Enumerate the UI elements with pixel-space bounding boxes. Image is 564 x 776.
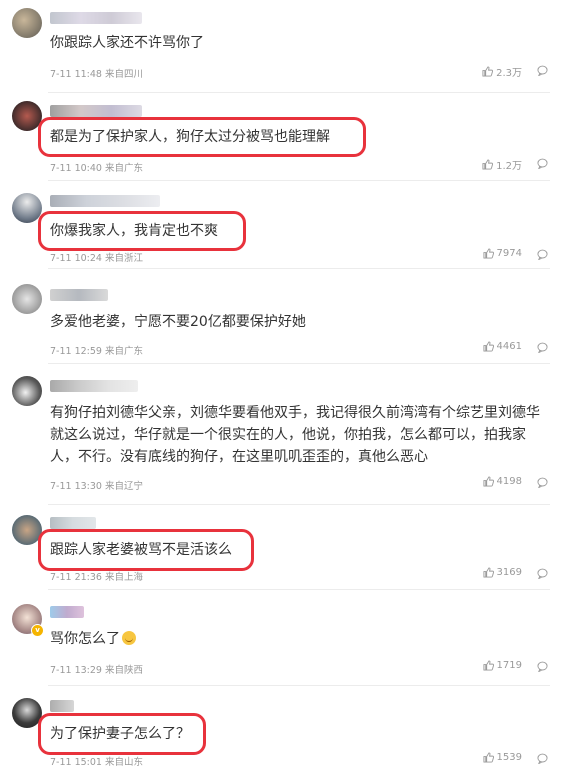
comment-text: 有狗仔拍刘德华父亲，刘德华要看他双手，我记得很久前湾湾有个综艺里刘德华就这么说过… <box>50 405 540 465</box>
smile-emoji-icon <box>122 631 136 645</box>
username-blurred[interactable] <box>50 289 108 301</box>
thumbs-up-icon <box>482 159 494 170</box>
comment-meta: 7-11 13:30 来自辽宁 <box>50 481 143 492</box>
avatar[interactable] <box>12 284 42 314</box>
like-count: 1.2万 <box>496 161 522 172</box>
like-count: 1539 <box>496 752 522 763</box>
like-count: 1719 <box>496 660 522 671</box>
comment-bubble-icon[interactable] <box>537 65 548 76</box>
comment-text: 为了保护妻子怎么了？ <box>50 726 190 742</box>
avatar[interactable] <box>12 193 42 223</box>
comment-meta: 7-11 21:36 来自上海 <box>50 572 143 583</box>
comment-bubble-icon[interactable] <box>537 158 548 169</box>
comment-bubble-icon[interactable] <box>537 661 548 672</box>
comment-meta: 7-11 12:59 来自广东 <box>50 346 143 357</box>
comment-item: 你爆我家人，我肯定也不爽 7-11 10:24 来自浙江 7974 <box>0 181 564 267</box>
comment-text-content: 骂你怎么了 <box>50 631 120 647</box>
comment-meta: 7-11 11:48 来自四川 <box>50 69 143 80</box>
comment-bubble-icon[interactable] <box>537 753 548 764</box>
verified-badge-icon: v <box>31 624 44 637</box>
username-blurred[interactable] <box>50 105 142 117</box>
username-blurred[interactable] <box>50 517 96 529</box>
comment-bubble-icon[interactable] <box>537 342 548 353</box>
thumbs-up-icon <box>483 660 494 671</box>
comment-item: 都是为了保护家人，狗仔太过分被骂也能理解 7-11 10:40 来自广东 1.2… <box>0 93 564 179</box>
thumbs-up-icon <box>483 567 494 578</box>
username-blurred[interactable] <box>50 606 84 618</box>
like-button[interactable]: 7974 <box>483 248 522 259</box>
thumbs-up-icon <box>483 752 494 763</box>
like-count: 2.3万 <box>496 68 522 79</box>
comment-meta: 7-11 10:24 来自浙江 <box>50 253 143 264</box>
like-button[interactable]: 1719 <box>483 660 522 671</box>
like-count: 7974 <box>496 248 522 259</box>
comment-meta: 7-11 13:29 来自陕西 <box>50 665 143 676</box>
avatar[interactable] <box>12 376 42 406</box>
comment-text: 骂你怎么了 <box>50 628 544 650</box>
like-button[interactable]: 4461 <box>483 341 522 352</box>
comment-meta: 7-11 10:40 来自广东 <box>50 163 143 174</box>
avatar[interactable] <box>12 8 42 38</box>
comment-item: 有狗仔拍刘德华父亲，刘德华要看他双手，我记得很久前湾湾有个综艺里刘德华就这么说过… <box>0 364 564 504</box>
comment-bubble-icon[interactable] <box>537 477 548 488</box>
comment-meta: 7-11 15:01 来自山东 <box>50 757 143 768</box>
comment-text: 你爆我家人，我肯定也不爽 <box>50 223 218 239</box>
comment-item: v 骂你怎么了 7-11 13:29 来自陕西 1719 <box>0 590 564 685</box>
like-count: 4461 <box>496 341 522 352</box>
comment-text: 都是为了保护家人，狗仔太过分被骂也能理解 <box>50 129 330 145</box>
comment-bubble-icon[interactable] <box>537 568 548 579</box>
like-button[interactable]: 1.2万 <box>482 157 522 172</box>
comment-item: 跟踪人家老婆被骂不是活该么 7-11 21:36 来自上海 3169 <box>0 505 564 589</box>
like-button[interactable]: 2.3万 <box>482 64 522 79</box>
thumbs-up-icon <box>482 66 494 77</box>
like-button[interactable]: 4198 <box>483 476 522 487</box>
comment-bubble-icon[interactable] <box>537 249 548 260</box>
comment-text: 你跟踪人家还不许骂你了 <box>50 35 204 51</box>
comment-item: 多爱他老婆，宁愿不要20亿都要保护好她 7-11 12:59 来自广东 4461 <box>0 269 564 362</box>
thumbs-up-icon <box>483 341 494 352</box>
like-button[interactable]: 1539 <box>483 752 522 763</box>
comment-text: 多爱他老婆，宁愿不要20亿都要保护好她 <box>50 314 306 330</box>
username-blurred[interactable] <box>50 380 138 392</box>
username-blurred[interactable] <box>50 700 74 712</box>
like-count: 4198 <box>496 476 522 487</box>
like-count: 3169 <box>496 567 522 578</box>
comment-item: 为了保护妻子怎么了？ 7-11 15:01 来自山东 1539 <box>0 686 564 776</box>
username-blurred[interactable] <box>50 12 142 24</box>
comment-item: 你跟踪人家还不许骂你了 7-11 11:48 来自四川 2.3万 <box>0 0 564 92</box>
like-button[interactable]: 3169 <box>483 567 522 578</box>
thumbs-up-icon <box>483 476 494 487</box>
thumbs-up-icon <box>483 248 494 259</box>
comment-text: 跟踪人家老婆被骂不是活该么 <box>50 542 232 558</box>
username-blurred[interactable] <box>50 195 160 207</box>
